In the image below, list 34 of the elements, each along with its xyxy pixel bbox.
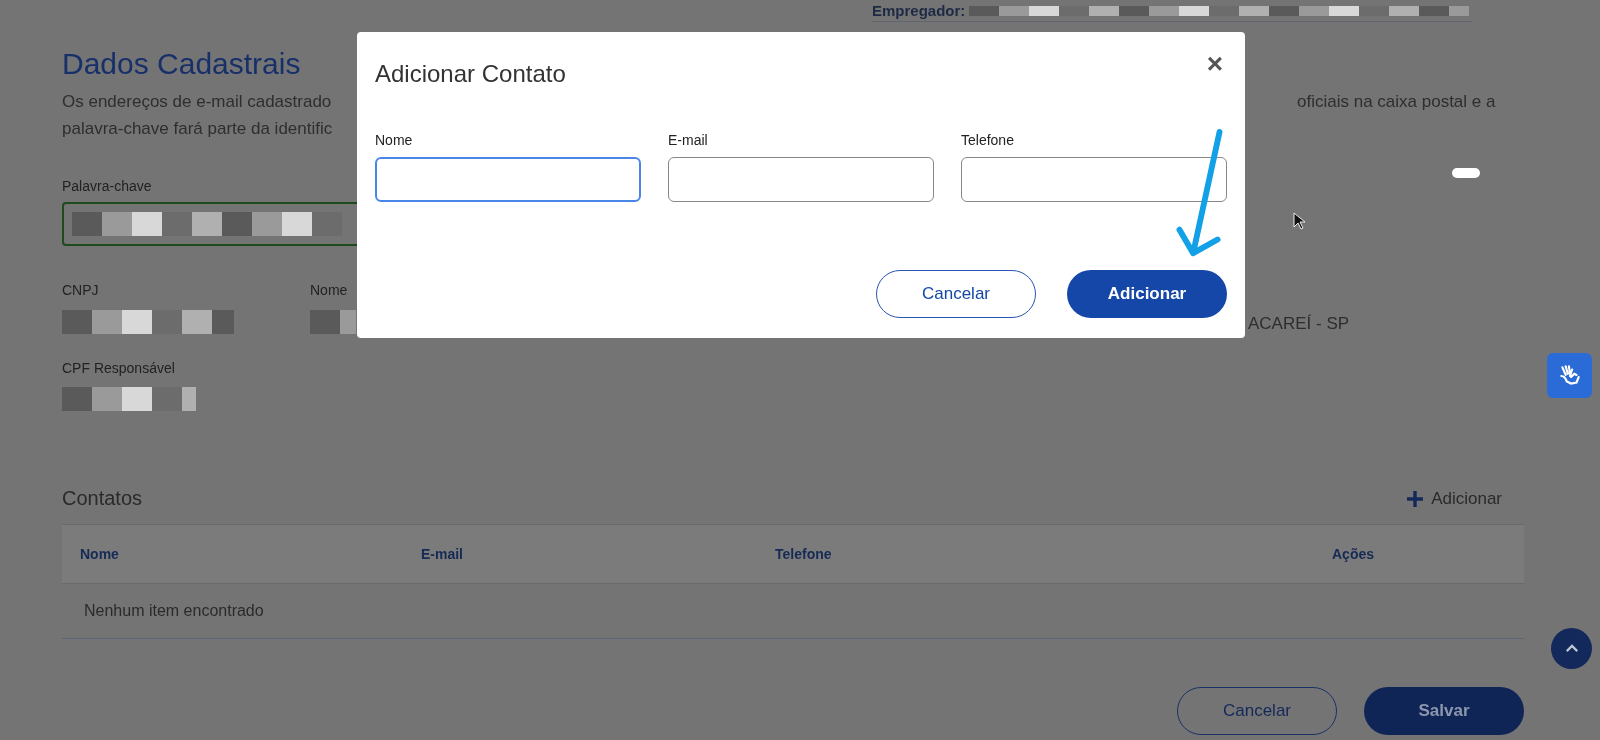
description-text: oficiais na caixa postal e a <box>1297 91 1497 113</box>
cursor-icon <box>1293 212 1305 230</box>
cancel-button[interactable]: Cancelar <box>876 270 1036 318</box>
accessibility-button[interactable] <box>1547 353 1592 398</box>
column-header: Telefone <box>775 546 833 562</box>
scroll-top-button[interactable] <box>1551 628 1592 669</box>
description-text: Os endereços de e-mail cadastrado <box>62 91 333 113</box>
column-header: E-mail <box>421 546 464 562</box>
field-label: Nome <box>375 132 414 148</box>
close-button[interactable]: × <box>1202 50 1227 78</box>
plus-icon <box>1407 490 1424 507</box>
empty-message: Nenhum item encontrado <box>84 602 264 620</box>
input-field[interactable] <box>961 157 1227 202</box>
add-button[interactable]: Adicionar <box>1067 270 1227 318</box>
field-label: Nome <box>310 282 349 298</box>
input-field[interactable] <box>668 157 934 202</box>
section-title: Contatos <box>62 487 143 510</box>
field-label: E-mail <box>668 132 709 148</box>
column-header: Ações <box>1332 546 1376 562</box>
address-text: ACAREÍ - SP <box>1248 314 1351 334</box>
field-label: CNPJ <box>62 282 100 298</box>
scribble-mark <box>1452 168 1480 178</box>
description-text: palavra-chave fará parte da identific <box>62 118 334 140</box>
input-field[interactable] <box>375 157 641 202</box>
column-header: Nome <box>80 546 120 562</box>
field-label: CPF Responsável <box>62 360 176 376</box>
dialog-title: Adicionar Contato <box>375 60 566 88</box>
save-button[interactable]: Salvar <box>1364 687 1524 735</box>
section-title: Dados Cadastrais <box>62 46 301 82</box>
field-label: Telefone <box>961 132 1015 148</box>
redacted-block <box>310 310 356 334</box>
field-label: Palavra-chave <box>62 178 153 194</box>
chevron-up-icon <box>1564 644 1579 653</box>
employer-label: Empregador: <box>872 2 966 19</box>
